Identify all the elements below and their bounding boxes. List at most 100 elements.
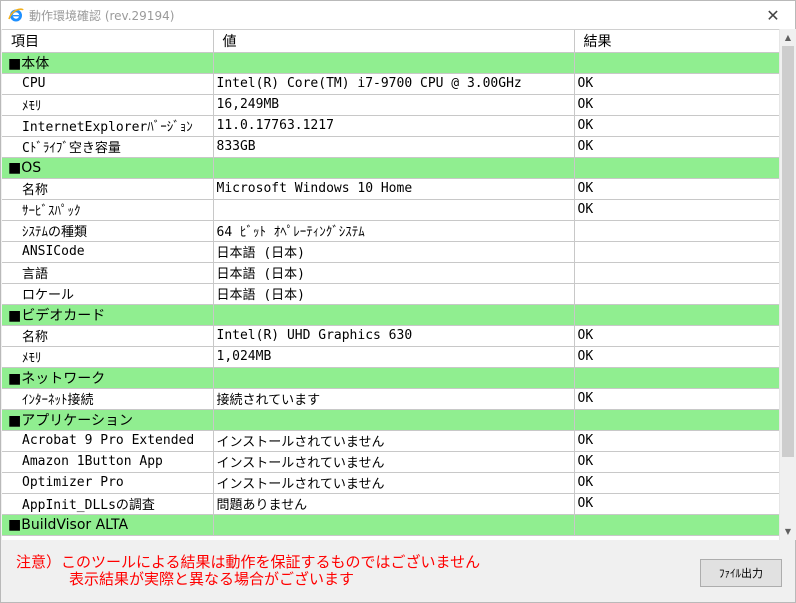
result-cell: OK bbox=[574, 472, 779, 494]
table-row[interactable]: Acrobat 9 Pro Extended インストールされていません OK bbox=[2, 430, 779, 452]
result-cell: OK bbox=[574, 325, 779, 347]
table-row[interactable]: ｼｽﾃﾑの種類 64 ﾋﾞｯﾄ ｵﾍﾟﾚｰﾃｨﾝｸﾞｼｽﾃﾑ bbox=[2, 220, 779, 242]
result-cell: OK bbox=[574, 136, 779, 158]
value-cell: 日本語 (日本) bbox=[213, 262, 575, 284]
table-row[interactable]: Amazon 1Button App インストールされていません OK bbox=[2, 451, 779, 473]
value-cell bbox=[213, 199, 575, 221]
value-cell: 日本語 (日本) bbox=[213, 283, 575, 305]
column-header-result[interactable]: 結果 bbox=[574, 30, 779, 53]
result-cell: OK bbox=[574, 178, 779, 200]
result-cell bbox=[574, 409, 779, 431]
item-cell: 名称 bbox=[2, 178, 214, 200]
item-cell: 名称 bbox=[2, 325, 214, 347]
table-row[interactable]: ｲﾝﾀｰﾈｯﾄ接続 接続されています OK bbox=[2, 388, 779, 410]
value-cell: 問題ありません bbox=[213, 493, 575, 515]
table-row[interactable]: AppInit_DLLsの調査 問題ありません OK bbox=[2, 493, 779, 515]
result-cell: OK bbox=[574, 430, 779, 452]
table-row[interactable]: CPU Intel(R) Core(TM) i7-9700 CPU @ 3.00G… bbox=[2, 73, 779, 95]
result-cell: OK bbox=[574, 115, 779, 137]
scroll-down-icon[interactable]: ▼ bbox=[780, 523, 796, 540]
result-cell bbox=[574, 157, 779, 179]
result-cell: OK bbox=[574, 199, 779, 221]
value-cell: 16,249MB bbox=[213, 94, 575, 116]
table-row[interactable]: ロケール 日本語 (日本) bbox=[2, 283, 779, 305]
table-row[interactable]: ｻｰﾋﾞｽﾊﾟｯｸ OK bbox=[2, 199, 779, 221]
item-cell: AppInit_DLLsの調査 bbox=[2, 493, 214, 515]
result-cell bbox=[574, 52, 779, 74]
title-bar[interactable]: 動作環境確認 (rev.29194) ✕ bbox=[1, 1, 795, 29]
scroll-up-icon[interactable]: ▲ bbox=[780, 29, 796, 46]
result-cell: OK bbox=[574, 346, 779, 368]
result-cell bbox=[574, 367, 779, 389]
table-row[interactable]: ﾒﾓﾘ 1,024MB OK bbox=[2, 346, 779, 368]
item-cell: 言語 bbox=[2, 262, 214, 284]
section-row[interactable]: ■OS bbox=[2, 157, 779, 179]
table-row[interactable]: 言語 日本語 (日本) bbox=[2, 262, 779, 284]
section-row[interactable]: ■ビデオカード bbox=[2, 304, 779, 326]
item-cell: ■本体 bbox=[2, 52, 214, 74]
result-cell: OK bbox=[574, 451, 779, 473]
footer-panel: 注意）このツールによる結果は動作を保証するものではございません 表示結果が実際と… bbox=[1, 540, 795, 602]
window-title: 動作環境確認 (rev.29194) bbox=[29, 9, 175, 23]
value-cell: インストールされていません bbox=[213, 451, 575, 473]
scroll-thumb[interactable] bbox=[782, 46, 794, 457]
section-row[interactable]: ■BuildVisor ALTA bbox=[2, 514, 779, 536]
item-cell: InternetExplorerﾊﾞｰｼﾞｮﾝ bbox=[2, 115, 214, 137]
result-cell: OK bbox=[574, 94, 779, 116]
result-list[interactable]: 項目 値 結果 ■本体 CPU Intel(R) Core(TM) i7-9700 … bbox=[2, 29, 779, 540]
value-cell: インストールされていません bbox=[213, 430, 575, 452]
result-cell bbox=[574, 262, 779, 284]
value-cell: Intel(R) UHD Graphics 630 bbox=[213, 325, 575, 347]
section-row[interactable]: ■本体 bbox=[2, 52, 779, 74]
value-cell bbox=[213, 304, 575, 326]
table-row[interactable]: 名称 Intel(R) UHD Graphics 630 OK bbox=[2, 325, 779, 347]
table-row[interactable]: ANSICode 日本語 (日本) bbox=[2, 241, 779, 263]
result-cell bbox=[574, 220, 779, 242]
value-cell: 833GB bbox=[213, 136, 575, 158]
item-cell: Acrobat 9 Pro Extended bbox=[2, 430, 214, 452]
result-cell bbox=[574, 241, 779, 263]
item-cell: ■OS bbox=[2, 157, 214, 179]
section-row[interactable]: ■アプリケーション bbox=[2, 409, 779, 431]
result-cell: OK bbox=[574, 73, 779, 95]
table-header: 項目 値 結果 bbox=[2, 30, 779, 53]
table-row[interactable]: 名称 Microsoft Windows 10 Home OK bbox=[2, 178, 779, 200]
section-row[interactable]: ■ネットワーク bbox=[2, 367, 779, 389]
result-cell bbox=[574, 514, 779, 536]
close-icon[interactable]: ✕ bbox=[751, 1, 795, 29]
value-cell bbox=[213, 367, 575, 389]
result-cell bbox=[574, 304, 779, 326]
result-table: 項目 値 結果 ■本体 CPU Intel(R) Core(TM) i7-9700 … bbox=[2, 30, 779, 536]
item-cell: ﾒﾓﾘ bbox=[2, 346, 214, 368]
item-cell: ﾒﾓﾘ bbox=[2, 94, 214, 116]
file-output-button[interactable]: ﾌｧｲﾙ出力 bbox=[700, 559, 782, 587]
item-cell: ｻｰﾋﾞｽﾊﾟｯｸ bbox=[2, 199, 214, 221]
item-cell: Cﾄﾞﾗｲﾌﾞ空き容量 bbox=[2, 136, 214, 158]
result-cell: OK bbox=[574, 493, 779, 515]
table-row[interactable]: Cﾄﾞﾗｲﾌﾞ空き容量 833GB OK bbox=[2, 136, 779, 158]
table-row[interactable]: ﾒﾓﾘ 16,249MB OK bbox=[2, 94, 779, 116]
value-cell bbox=[213, 514, 575, 536]
table-row[interactable]: InternetExplorerﾊﾞｰｼﾞｮﾝ 11.0.17763.1217 OK bbox=[2, 115, 779, 137]
value-cell: 1,024MB bbox=[213, 346, 575, 368]
value-cell: インストールされていません bbox=[213, 472, 575, 494]
column-header-item[interactable]: 項目 bbox=[2, 30, 214, 53]
item-cell: ■ネットワーク bbox=[2, 367, 214, 389]
item-cell: ■アプリケーション bbox=[2, 409, 214, 431]
notice-line-2: 表示結果が実際と異なる場合がございます bbox=[69, 570, 355, 588]
value-cell: Microsoft Windows 10 Home bbox=[213, 178, 575, 200]
item-cell: ｼｽﾃﾑの種類 bbox=[2, 220, 214, 242]
column-header-value[interactable]: 値 bbox=[213, 30, 575, 53]
item-cell: ■BuildVisor ALTA bbox=[2, 514, 214, 536]
value-cell bbox=[213, 409, 575, 431]
main-window: 動作環境確認 (rev.29194) ✕ 項目 値 結果 ■本体 CPU Intel… bbox=[0, 0, 796, 603]
item-cell: ロケール bbox=[2, 283, 214, 305]
item-cell: ANSICode bbox=[2, 241, 214, 263]
table-row[interactable]: Optimizer Pro インストールされていません OK bbox=[2, 472, 779, 494]
item-cell: Optimizer Pro bbox=[2, 472, 214, 494]
value-cell: Intel(R) Core(TM) i7-9700 CPU @ 3.00GHz bbox=[213, 73, 575, 95]
value-cell: 接続されています bbox=[213, 388, 575, 410]
ie-icon bbox=[8, 8, 24, 22]
item-cell: Amazon 1Button App bbox=[2, 451, 214, 473]
vertical-scrollbar[interactable]: ▲ ▼ bbox=[779, 29, 796, 540]
